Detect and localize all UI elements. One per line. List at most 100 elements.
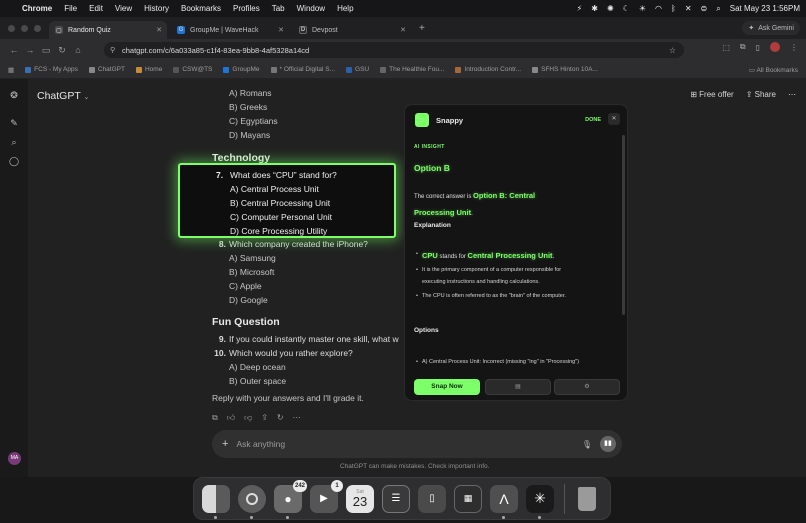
moon-icon[interactable]: ☾ bbox=[623, 4, 630, 13]
menu-help[interactable]: Help bbox=[337, 4, 353, 13]
snappy-title: Snappy bbox=[436, 115, 464, 125]
menu-tab[interactable]: Tab bbox=[272, 4, 285, 13]
menu-history[interactable]: History bbox=[144, 4, 169, 13]
bookmark-fcs[interactable]: FCS - My Apps bbox=[25, 66, 78, 73]
reload-icon[interactable]: ↻ bbox=[54, 45, 70, 56]
tab-random-quiz[interactable]: ▢ Random Quiz ✕ bbox=[49, 21, 167, 39]
bookmark-star-icon[interactable]: ☆ bbox=[669, 46, 676, 55]
openai-logo-icon[interactable]: ❂ bbox=[9, 90, 19, 100]
model-selector[interactable]: ChatGPT ⌄ bbox=[37, 90, 89, 102]
calculator-icon[interactable]: ▦ bbox=[454, 484, 482, 513]
profile-avatar[interactable] bbox=[770, 42, 780, 52]
menu-window[interactable]: Window bbox=[297, 4, 325, 13]
close-tab-icon[interactable]: ✕ bbox=[156, 26, 162, 34]
address-bar[interactable]: ⚲ chatgpt.com/c/6a033a85-c1f4-83ea-9bb8-… bbox=[104, 42, 684, 58]
question-9: 9. If you could instantly master one skil… bbox=[219, 334, 399, 344]
bookmark-csw[interactable]: CSW@TS bbox=[173, 66, 212, 73]
site-info-icon[interactable]: ⚲ bbox=[110, 46, 115, 54]
menu-bookmarks[interactable]: Bookmarks bbox=[181, 4, 221, 13]
chrome-center bbox=[246, 492, 258, 505]
back-icon[interactable]: ← bbox=[6, 45, 22, 55]
arc-icon[interactable]: Λ bbox=[490, 484, 518, 519]
thumbs-down-icon[interactable]: 👎︎ bbox=[244, 413, 252, 423]
calendar-icon[interactable]: Sat 23 bbox=[346, 484, 374, 513]
copy-icon[interactable]: ⧉ bbox=[212, 413, 218, 423]
new-tab-icon[interactable]: + bbox=[419, 23, 425, 34]
bolt-icon[interactable]: ⚡ bbox=[577, 4, 583, 13]
done-button[interactable]: DONE bbox=[585, 117, 601, 123]
close-icon[interactable]: ✕ bbox=[608, 113, 620, 125]
highlighted-question-7[interactable]: 7. What does “CPU” stand for? A) Central… bbox=[178, 163, 396, 238]
voice-mode-button[interactable]: ▮▮ bbox=[600, 436, 616, 452]
bookmark-chatgpt[interactable]: ChatGPT bbox=[88, 66, 125, 73]
close-tab-icon[interactable]: ✕ bbox=[400, 26, 406, 34]
bookmark-healthie[interactable]: The Healthie Fou... bbox=[380, 66, 444, 73]
snappy-settings-button[interactable]: ⚙ bbox=[554, 379, 620, 395]
close-window-button[interactable] bbox=[8, 25, 15, 32]
search-icon[interactable]: ⌕ bbox=[716, 4, 720, 14]
list-item: C) Apple bbox=[229, 281, 262, 291]
composer-input[interactable]: Ask anything bbox=[236, 439, 285, 449]
all-bookmarks[interactable]: ▭ All Bookmarks bbox=[749, 66, 798, 74]
search-chats-icon[interactable]: ⌕ bbox=[9, 137, 19, 147]
control-center-icon[interactable]: ⊜ bbox=[701, 4, 708, 13]
bug-icon[interactable]: ✱ bbox=[591, 4, 598, 13]
more-actions-icon[interactable]: ⋯ bbox=[293, 413, 301, 423]
tab-devpost[interactable]: D Devpost ✕ bbox=[293, 21, 411, 39]
pages-icon[interactable]: ▯ bbox=[418, 484, 446, 513]
finder-icon[interactable] bbox=[202, 484, 230, 519]
menu-file[interactable]: File bbox=[64, 4, 77, 13]
menu-view[interactable]: View bbox=[115, 4, 132, 13]
brightness-icon[interactable]: ✺ bbox=[607, 4, 614, 13]
regenerate-icon[interactable]: ↻ bbox=[277, 413, 284, 423]
attach-plus-icon[interactable]: + bbox=[222, 438, 228, 450]
bookmark-home[interactable]: Home bbox=[135, 66, 162, 73]
new-chat-icon[interactable]: ✎ bbox=[9, 118, 19, 128]
running-indicator bbox=[502, 515, 505, 519]
bookmark-gsu[interactable]: GSU bbox=[346, 66, 369, 73]
extensions-puzzle-icon[interactable]: ⧉ bbox=[740, 42, 746, 52]
chat-bubble-icon[interactable]: ◯ bbox=[9, 156, 19, 166]
mute-icon[interactable]: ✕ bbox=[685, 4, 692, 13]
menu-edit[interactable]: Edit bbox=[89, 4, 103, 13]
menu-chrome[interactable]: Chrome bbox=[22, 4, 52, 13]
zoom-window-button[interactable] bbox=[34, 25, 41, 32]
user-avatar[interactable]: MA bbox=[8, 452, 21, 465]
notes-icon[interactable]: ☰ bbox=[382, 484, 410, 513]
bookmark-official-digital[interactable]: * Official Digital S... bbox=[270, 66, 335, 73]
close-tab-icon[interactable]: ✕ bbox=[278, 26, 284, 34]
microphone-icon[interactable]: 🎙︎ bbox=[582, 440, 592, 449]
thumbs-up-icon[interactable]: 👍︎ bbox=[227, 413, 235, 423]
sun-icon[interactable]: ☀ bbox=[639, 4, 646, 13]
facetime-icon[interactable]: ▶ 1 bbox=[310, 479, 343, 513]
snap-now-button[interactable]: Snap Now bbox=[414, 379, 480, 395]
scrollbar[interactable] bbox=[622, 135, 625, 315]
free-offer-button[interactable]: ⊞ Free offer bbox=[690, 90, 733, 99]
minimize-window-button[interactable] bbox=[21, 25, 28, 32]
bookmark-sfhs[interactable]: SFHS Hinton 10A... bbox=[532, 66, 598, 73]
running-indicator bbox=[214, 515, 217, 519]
trash-icon[interactable] bbox=[573, 485, 601, 513]
more-menu-icon[interactable]: ⋮ bbox=[790, 43, 798, 52]
home-icon[interactable]: ⌂ bbox=[70, 45, 86, 55]
snappy-notes-button[interactable]: ▤ bbox=[485, 379, 551, 395]
chrome-icon[interactable] bbox=[238, 484, 266, 519]
apps-grid-icon[interactable]: ▦ bbox=[8, 66, 14, 74]
share-message-icon[interactable]: ⇪ bbox=[261, 413, 268, 423]
sidebar-toggle-icon[interactable]: ▭ bbox=[38, 45, 54, 56]
bookmark-groupme[interactable]: GroupMe bbox=[223, 66, 260, 73]
ask-gemini-button[interactable]: ✦ Ask Gemini bbox=[742, 21, 800, 35]
extension-icon[interactable]: ⬚ bbox=[722, 43, 730, 52]
tab-groupme[interactable]: G GroupMe | WaveHack ✕ bbox=[171, 21, 289, 39]
chatgpt-icon[interactable]: ✳ bbox=[526, 484, 554, 519]
side-panel-icon[interactable]: ▯ bbox=[756, 43, 760, 52]
menu-profiles[interactable]: Profiles bbox=[233, 4, 260, 13]
messages-icon[interactable]: ● 242 bbox=[274, 479, 307, 519]
bookmark-introduction[interactable]: Introduction Contr... bbox=[455, 66, 521, 73]
wifi-icon[interactable]: ◠ bbox=[655, 4, 662, 13]
datetime[interactable]: Sat May 23 1:56PM bbox=[730, 4, 800, 13]
bluetooth-icon[interactable]: ᛒ bbox=[671, 4, 676, 13]
share-button[interactable]: ⇪ Share bbox=[746, 90, 776, 99]
more-options-icon[interactable]: ⋯ bbox=[788, 90, 796, 99]
forward-icon[interactable]: → bbox=[22, 45, 38, 55]
